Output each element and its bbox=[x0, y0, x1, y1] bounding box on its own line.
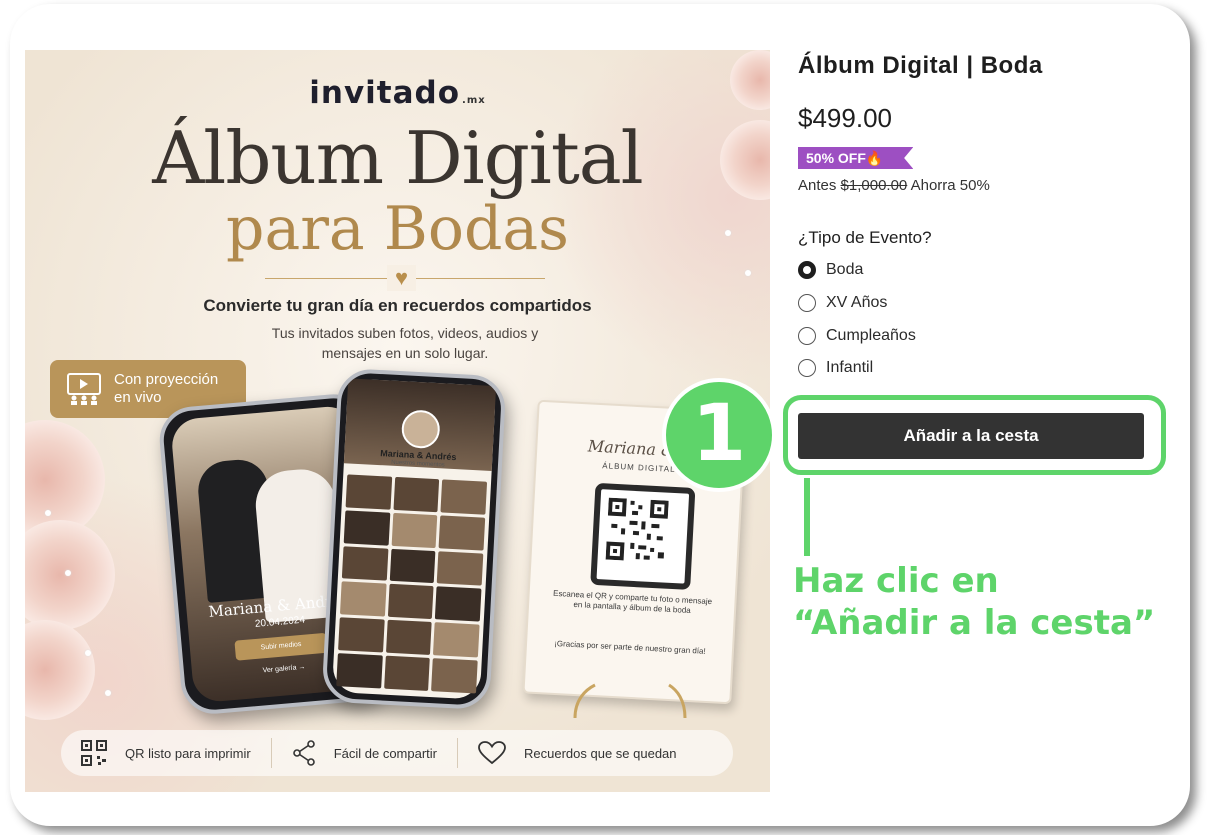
feature-share-label: Fácil de compartir bbox=[333, 745, 437, 761]
feature-memories-label: Recuerdos que se quedan bbox=[524, 745, 677, 761]
share-icon bbox=[292, 740, 316, 766]
event-option-label: Infantil bbox=[826, 359, 874, 376]
card-scan-instructions: Escanea el QR y comparte tu foto o mensa… bbox=[552, 588, 713, 616]
feature-qr: QR listo para imprimir bbox=[61, 738, 271, 768]
flower-decoration bbox=[85, 650, 91, 656]
product-image[interactable]: invitado .mx Álbum Digital para Bodas ♥ C… bbox=[25, 50, 770, 792]
live-projection-label: Con proyección en vivo bbox=[114, 371, 219, 406]
event-option-label: XV Años bbox=[826, 294, 888, 311]
event-option-boda[interactable]: Boda bbox=[798, 261, 863, 279]
add-to-cart-button[interactable]: Añadir a la cesta bbox=[798, 413, 1144, 459]
flower-decoration bbox=[105, 690, 111, 696]
feature-share: Fácil de compartir bbox=[270, 738, 457, 768]
rose-decoration bbox=[25, 620, 95, 720]
event-option-xv-anos[interactable]: XV Años bbox=[798, 294, 887, 312]
before-label: Antes bbox=[798, 177, 837, 194]
instruction-line2: “Añadir a la cesta” bbox=[793, 603, 1156, 643]
flower-decoration bbox=[745, 270, 751, 276]
card-thanks: ¡Gracias por ser parte de nuestro gran d… bbox=[554, 638, 706, 656]
event-option-cumpleanos[interactable]: Cumpleaños bbox=[798, 327, 916, 345]
heart-icon bbox=[478, 741, 506, 765]
flower-decoration bbox=[45, 510, 51, 516]
radio-button[interactable] bbox=[798, 294, 816, 312]
annotation-connector bbox=[804, 478, 810, 556]
discount-badge: 50% OFF🔥 bbox=[798, 147, 914, 169]
event-option-label: Boda bbox=[826, 261, 864, 278]
step-number-badge: 1 bbox=[662, 378, 776, 492]
hero-title-line2: para Bodas bbox=[226, 194, 569, 264]
brand-logo: invitado .mx bbox=[309, 75, 486, 111]
radio-button[interactable] bbox=[798, 327, 816, 345]
event-type-label: ¿Tipo de Evento? bbox=[798, 228, 932, 247]
instruction-line1: Haz clic en bbox=[793, 561, 999, 601]
product-title: Álbum Digital | Boda bbox=[798, 52, 1043, 79]
original-price: $1,000.00 bbox=[840, 177, 908, 194]
hero-title-line1: Álbum Digital bbox=[152, 116, 643, 200]
event-option-infantil[interactable]: Infantil bbox=[798, 359, 873, 377]
hero-subtitle: Convierte tu gran día en recuerdos compa… bbox=[203, 296, 592, 315]
feature-memories: Recuerdos que se quedan bbox=[457, 738, 697, 768]
upload-media-button: Subir medios bbox=[234, 632, 328, 661]
product-price: $499.00 bbox=[798, 103, 892, 133]
photo-grid bbox=[336, 474, 488, 694]
qr-code-icon bbox=[590, 482, 696, 590]
radio-button[interactable] bbox=[798, 359, 816, 377]
annotation-instruction: Haz clic en “Añadir a la cesta” bbox=[793, 560, 1155, 644]
qr-code-icon bbox=[81, 740, 107, 766]
card-stand bbox=[573, 683, 687, 719]
projection-icon bbox=[67, 373, 101, 405]
hero-description: Tus invitados suben fotos, videos, audio… bbox=[271, 325, 539, 361]
flower-decoration bbox=[65, 570, 71, 576]
feature-qr-label: QR listo para imprimir bbox=[125, 745, 251, 761]
features-bar: QR listo para imprimir Fácil de comparti… bbox=[61, 730, 733, 776]
event-option-label: Cumpleaños bbox=[826, 327, 916, 344]
heart-icon: ♥ bbox=[387, 265, 417, 291]
previous-price-line: Antes $1,000.00 Ahorra 50% bbox=[798, 177, 990, 194]
phone-mockup-gallery: Mariana & Andrés Nuestros momentos bbox=[321, 367, 507, 711]
radio-button-selected[interactable] bbox=[798, 261, 816, 279]
savings-label: Ahorra 50% bbox=[910, 177, 990, 194]
